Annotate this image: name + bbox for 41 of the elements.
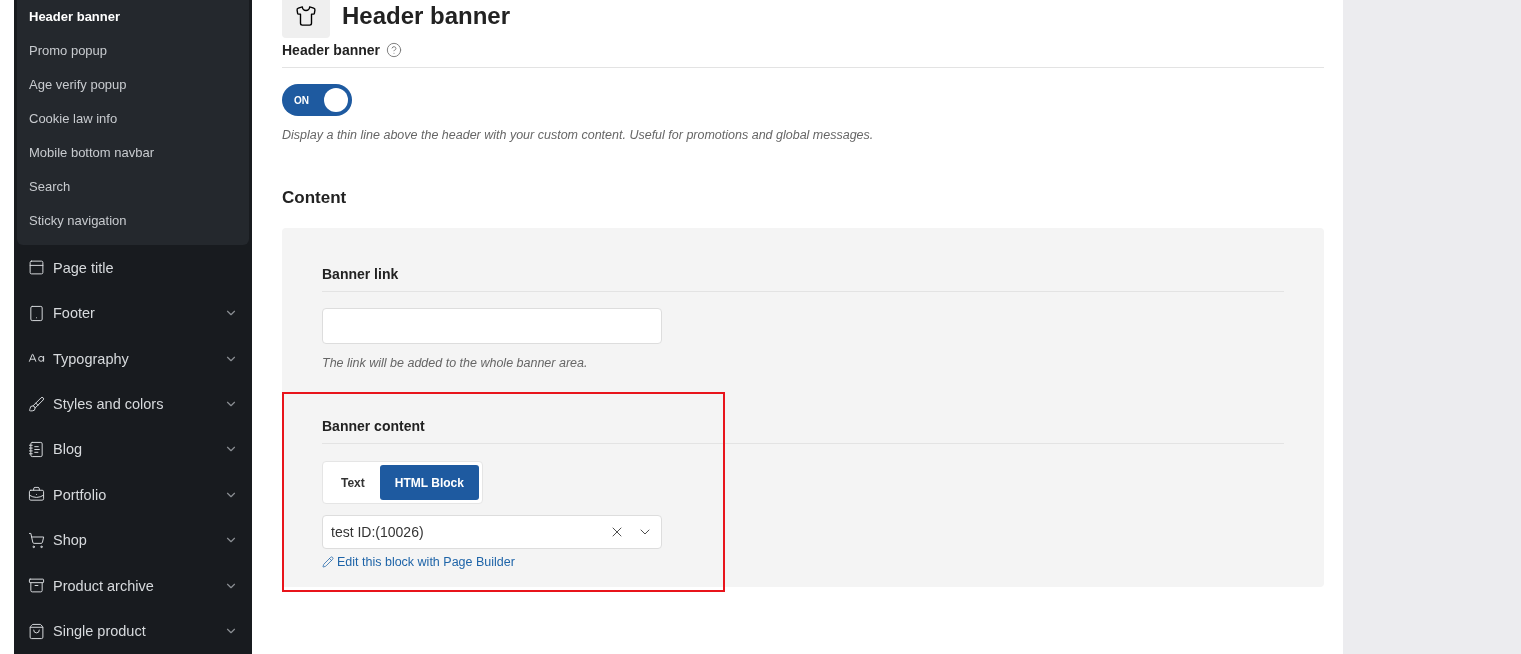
section-icon <box>28 577 45 595</box>
tab[interactable]: Text <box>326 465 380 500</box>
help-icon[interactable] <box>386 42 403 58</box>
section-icon <box>28 531 45 549</box>
section-icon <box>28 304 45 322</box>
submenu-item[interactable]: Promo popup <box>17 33 249 67</box>
page-title: Header banner <box>342 2 511 30</box>
submenu-item[interactable]: Cookie law info <box>17 101 249 135</box>
section-icon <box>28 486 45 504</box>
sidebar-item[interactable]: Styles and colors <box>14 381 252 427</box>
sidebar-item[interactable]: Portfolio <box>14 472 252 518</box>
shirt-icon <box>295 5 317 27</box>
sidebar-item[interactable]: Typography <box>14 335 252 382</box>
sidebar-item[interactable]: Shop <box>14 517 252 564</box>
edit-link[interactable]: Edit this block with Page Builder <box>322 555 515 569</box>
submenu-item[interactable]: Sticky navigation <box>17 203 249 237</box>
sidebar-item[interactable]: Page title <box>14 245 252 291</box>
section-title: Content <box>282 188 348 208</box>
field-description: Display a thin line above the header with your custom content. Useful for promotions and global messages. <box>282 128 875 142</box>
sidebar-item[interactable]: Footer <box>14 290 252 336</box>
sidebar-item[interactable]: Blog <box>14 426 252 473</box>
tab[interactable]: HTML Block <box>379 465 479 500</box>
submenu-item[interactable]: Search <box>17 169 249 203</box>
field-label: Header banner <box>282 42 381 58</box>
field-description: The link will be added to the whole banner area. <box>322 356 589 370</box>
select-field[interactable]: test ID:(10026) <box>322 515 662 549</box>
submenu-item[interactable]: Header banner <box>17 0 249 33</box>
field-label: Banner content <box>322 418 425 434</box>
section-icon <box>28 395 45 413</box>
submenu-item[interactable]: Mobile bottom navbar <box>17 135 249 169</box>
submenu-item[interactable]: Age verify popup <box>17 67 249 101</box>
sidebar-item[interactable]: Single product <box>14 608 252 654</box>
toggle-label: ON <box>294 94 309 106</box>
section-icon <box>28 440 45 458</box>
input-field[interactable] <box>322 308 662 344</box>
section-icon <box>28 259 45 277</box>
pencil-icon <box>322 556 334 568</box>
sidebar-item[interactable]: Product archive <box>14 563 252 609</box>
field-label: Banner link <box>322 266 399 282</box>
toggle-switch[interactable]: ON <box>282 84 352 116</box>
section-icon <box>28 622 45 640</box>
